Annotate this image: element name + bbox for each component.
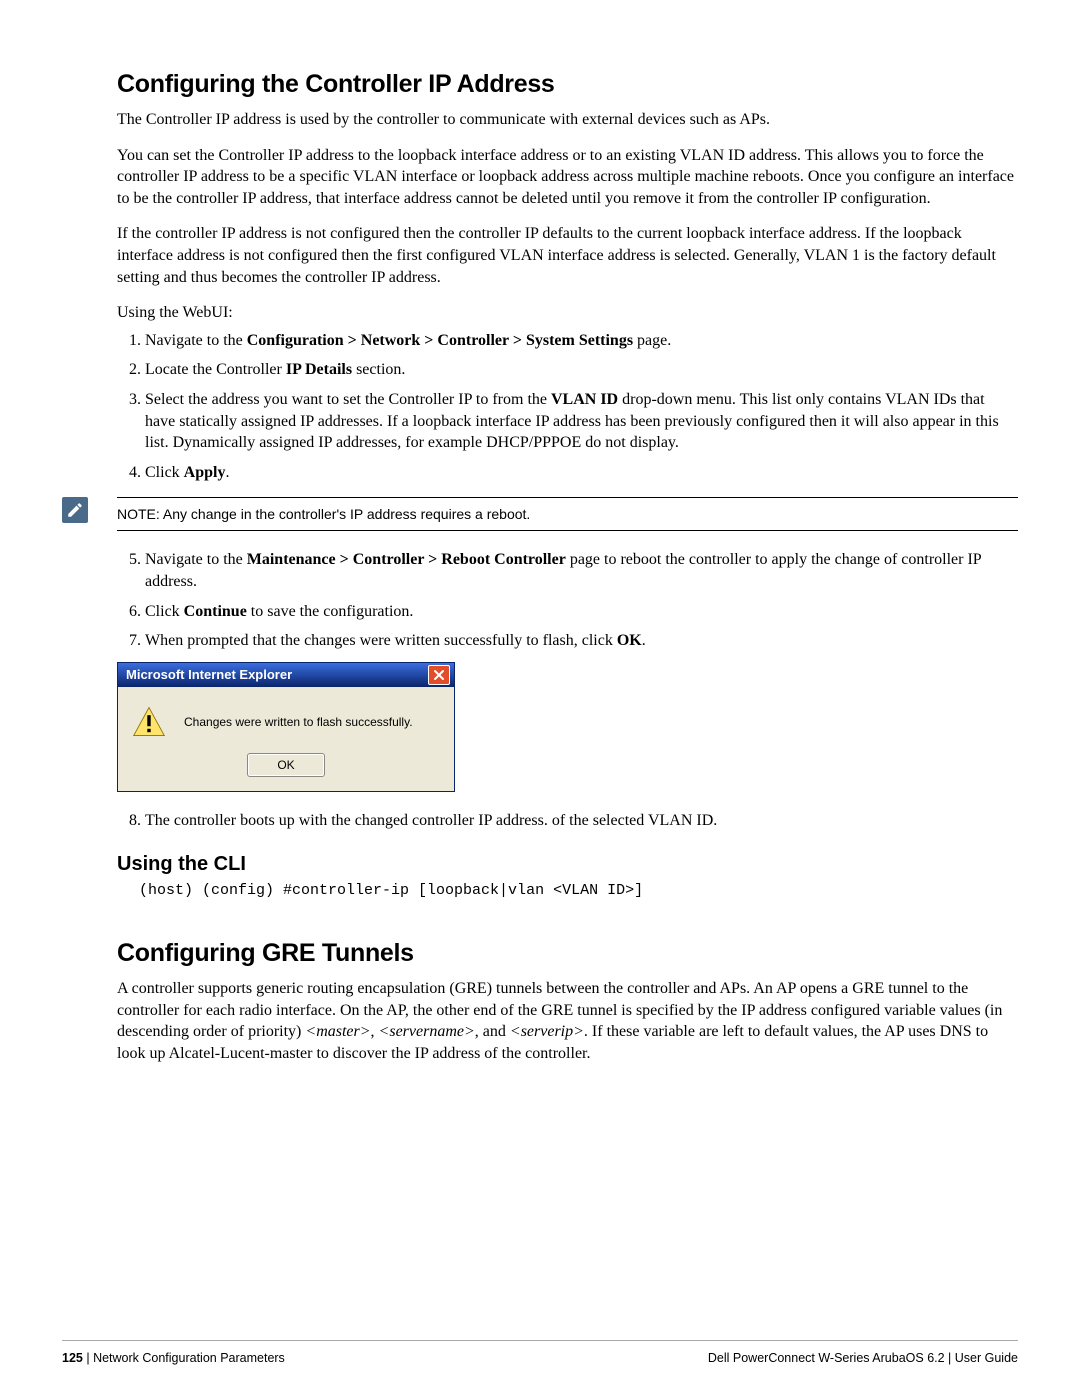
step-text: Click bbox=[145, 464, 184, 481]
step-6: Click Continue to save the configuration… bbox=[145, 601, 1018, 623]
warning-icon bbox=[132, 705, 166, 739]
step-bold: Apply bbox=[184, 464, 226, 481]
dialog-footer: OK bbox=[118, 747, 454, 791]
step-text: Click bbox=[145, 603, 184, 620]
webui-steps-list-final: The controller boots up with the changed… bbox=[117, 810, 1018, 832]
note-block: NOTE: Any change in the controller's IP … bbox=[62, 497, 1018, 531]
note-text: NOTE: Any change in the controller's IP … bbox=[117, 497, 1018, 531]
step-text: section. bbox=[352, 361, 405, 378]
step-text: When prompted that the changes were writ… bbox=[145, 632, 617, 649]
using-webui-label: Using the WebUI: bbox=[117, 302, 1018, 324]
step-2: Locate the Controller IP Details section… bbox=[145, 359, 1018, 381]
paragraph: A controller supports generic routing en… bbox=[117, 978, 1018, 1064]
section-heading-gre: Configuring GRE Tunnels bbox=[117, 939, 1018, 968]
step-bold: Continue bbox=[184, 603, 247, 620]
step-5: Navigate to the Maintenance > Controller… bbox=[145, 549, 1018, 592]
step-4: Click Apply. bbox=[145, 462, 1018, 484]
close-icon bbox=[433, 669, 445, 681]
step-text: to save the configuration. bbox=[247, 603, 414, 620]
ok-button[interactable]: OK bbox=[247, 753, 325, 777]
footer-left: 125 | Network Configuration Parameters bbox=[62, 1351, 285, 1365]
variable-master: <master> bbox=[305, 1023, 370, 1040]
step-text: Select the address you want to set the C… bbox=[145, 391, 551, 408]
note-icon-cell bbox=[62, 497, 117, 523]
dialog-title: Microsoft Internet Explorer bbox=[126, 667, 292, 682]
page-footer: 125 | Network Configuration Parameters D… bbox=[62, 1340, 1018, 1365]
step-bold: Configuration > Network > Controller > S… bbox=[247, 332, 633, 349]
paragraph: You can set the Controller IP address to… bbox=[117, 145, 1018, 210]
using-cli-heading: Using the CLI bbox=[117, 853, 1018, 876]
comma: , and bbox=[475, 1023, 510, 1040]
cli-command: (host) (config) #controller-ip [loopback… bbox=[139, 882, 1018, 899]
step-8: The controller boots up with the changed… bbox=[145, 810, 1018, 832]
dialog-message: Changes were written to flash successful… bbox=[184, 715, 413, 729]
step-1: Navigate to the Configuration > Network … bbox=[145, 330, 1018, 352]
step-3: Select the address you want to set the C… bbox=[145, 389, 1018, 454]
footer-right: Dell PowerConnect W-Series ArubaOS 6.2 |… bbox=[708, 1351, 1018, 1365]
close-button[interactable] bbox=[428, 665, 450, 685]
step-text: page. bbox=[633, 332, 671, 349]
dialog-body: Changes were written to flash successful… bbox=[118, 687, 454, 747]
paragraph: If the controller IP address is not conf… bbox=[117, 223, 1018, 288]
document-page: Configuring the Controller IP Address Th… bbox=[0, 0, 1080, 1397]
note-pencil-icon bbox=[62, 497, 88, 523]
step-bold: VLAN ID bbox=[551, 391, 618, 408]
step-text: Locate the Controller bbox=[145, 361, 286, 378]
webui-steps-list-continued: Navigate to the Maintenance > Controller… bbox=[117, 549, 1018, 651]
step-bold: OK bbox=[617, 632, 642, 649]
dialog-titlebar: Microsoft Internet Explorer bbox=[118, 663, 454, 687]
ie-dialog: Microsoft Internet Explorer Changes were… bbox=[117, 662, 455, 792]
chapter-name: Network Configuration Parameters bbox=[93, 1351, 285, 1365]
step-bold: IP Details bbox=[286, 361, 352, 378]
variable-serverip: <serverip> bbox=[510, 1023, 584, 1040]
paragraph: The Controller IP address is used by the… bbox=[117, 109, 1018, 131]
step-text: . bbox=[642, 632, 646, 649]
step-text: . bbox=[225, 464, 229, 481]
main-content: Configuring the Controller IP Address Th… bbox=[117, 70, 1018, 1065]
section-heading-controller-ip: Configuring the Controller IP Address bbox=[117, 70, 1018, 99]
footer-sep: | bbox=[83, 1351, 93, 1365]
webui-steps-list: Navigate to the Configuration > Network … bbox=[117, 330, 1018, 484]
comma: , bbox=[371, 1023, 379, 1040]
step-text: Navigate to the bbox=[145, 551, 247, 568]
variable-servername: <servername> bbox=[379, 1023, 475, 1040]
step-bold: Maintenance > Controller > Reboot Contro… bbox=[247, 551, 566, 568]
step-7: When prompted that the changes were writ… bbox=[145, 630, 1018, 652]
step-text: Navigate to the bbox=[145, 332, 247, 349]
page-number: 125 bbox=[62, 1351, 83, 1365]
